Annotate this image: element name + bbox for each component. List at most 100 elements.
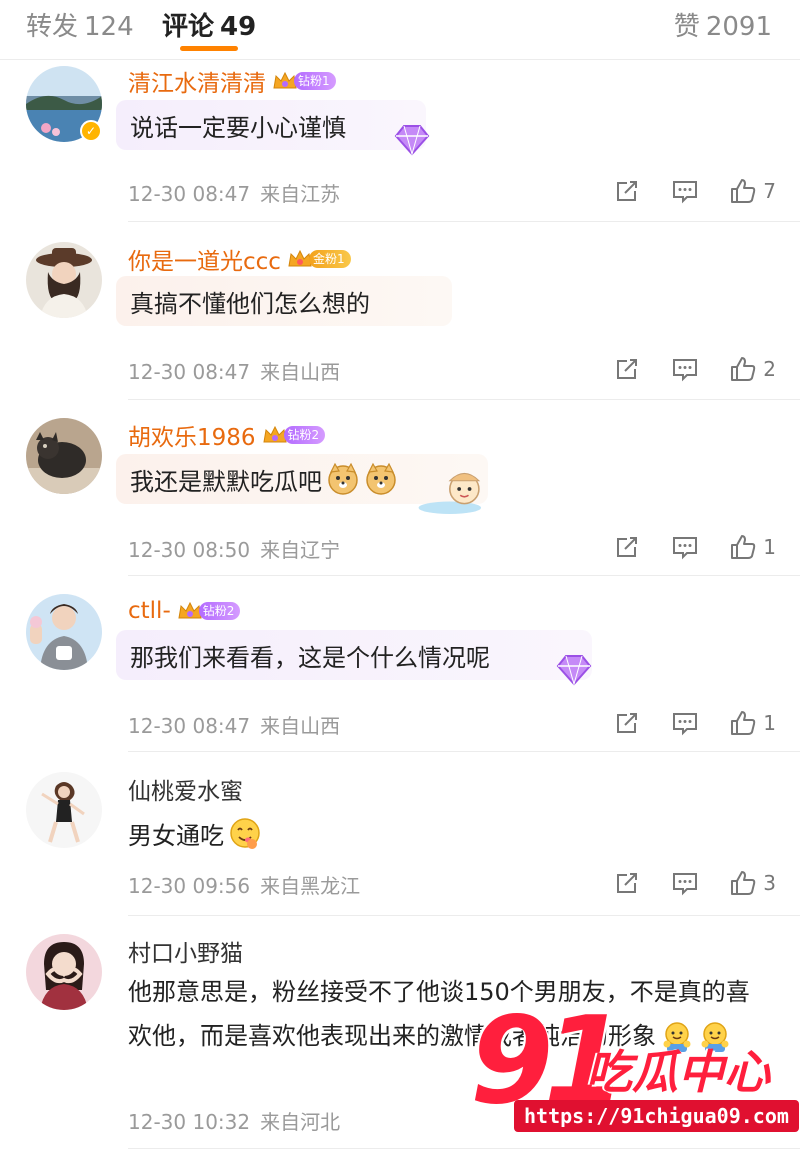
- comment-actions: 1: [583, 708, 776, 738]
- fan-level-label: 钻粉2: [283, 426, 326, 444]
- comment-text: 男女通吃: [128, 821, 224, 850]
- tab-likes[interactable]: 赞 2091: [674, 6, 772, 43]
- share-icon: [617, 181, 638, 201]
- thumbs-up-icon: [731, 711, 756, 735]
- reply-button[interactable]: [671, 709, 699, 737]
- reply-button[interactable]: [671, 869, 699, 897]
- comment-text: 真搞不懂他们怎么想的: [130, 289, 370, 318]
- fan-badge[interactable]: 钻粉1: [272, 70, 336, 92]
- doge-emoji-icon: [328, 462, 358, 495]
- comment-item: 胡欢乐1986 钻粉2 我还是默默吃瓜吧 12-30 08:50 来自辽宁 1: [0, 400, 800, 576]
- comment-actions: 2: [583, 354, 776, 384]
- comment-date: 12-30 09:56: [128, 874, 251, 898]
- share-button[interactable]: [613, 869, 641, 897]
- avatar[interactable]: [26, 934, 102, 1010]
- share-icon: [617, 873, 638, 893]
- fan-level-label: 钻粉1: [294, 72, 336, 90]
- username[interactable]: 胡欢乐1986: [128, 418, 256, 452]
- comment-source: 来自河北: [260, 1110, 341, 1134]
- comment-tab-bar: 转发 124 评论 49 赞 2091: [0, 0, 800, 60]
- fan-badge[interactable]: 金粉1: [287, 248, 351, 270]
- comment-text: 我还是默默吃瓜吧: [130, 467, 322, 496]
- comment-source: 来自江苏: [260, 182, 341, 206]
- name-row: 清江水清清清 钻粉1: [128, 64, 336, 98]
- tab-reposts[interactable]: 转发 124: [26, 6, 134, 43]
- comment-meta: 12-30 08:47 来自山西: [128, 710, 340, 739]
- comment-bubble: 真搞不懂他们怎么想的: [116, 276, 452, 326]
- like-button[interactable]: 7: [729, 177, 776, 205]
- comment-icon: [673, 359, 698, 382]
- share-button[interactable]: [613, 177, 641, 205]
- tab-reposts-count: 124: [84, 12, 134, 42]
- like-count: 1: [763, 535, 776, 559]
- avatar[interactable]: [26, 418, 102, 494]
- comment-item: 你是一道光ccc 金粉1 真搞不懂他们怎么想的 12-30 08:47 来自山西 …: [0, 222, 800, 400]
- comment-source: 来自辽宁: [260, 538, 341, 562]
- name-row: 仙桃爱水蜜: [128, 772, 243, 806]
- comment-icon: [673, 537, 698, 560]
- reply-button[interactable]: [671, 533, 699, 561]
- comment-meta: 12-30 10:32 来自河北: [128, 1106, 340, 1135]
- comment-item: 仙桃爱水蜜 男女通吃 12-30 09:56 来自黑龙江 3: [0, 752, 800, 916]
- comment-meta: 12-30 08:47 来自山西: [128, 356, 340, 385]
- avatar[interactable]: [26, 594, 102, 670]
- comment-bubble: 那我们来看看，这是个什么情况呢: [116, 630, 592, 680]
- watermark-brand: 吃瓜中心: [586, 1045, 770, 1099]
- comment-source: 来自山西: [260, 360, 341, 384]
- share-button[interactable]: [613, 709, 641, 737]
- like-button[interactable]: 1: [729, 709, 776, 737]
- comment-icon: [673, 873, 698, 896]
- like-button[interactable]: 1: [729, 533, 776, 561]
- active-tab-indicator: [180, 46, 238, 51]
- avatar[interactable]: [26, 242, 102, 318]
- share-icon: [617, 537, 638, 557]
- share-button[interactable]: [613, 533, 641, 561]
- like-button[interactable]: 2: [729, 355, 776, 383]
- comment-date: 12-30 08:50: [128, 538, 251, 562]
- comment-meta: 12-30 08:50 来自辽宁: [128, 534, 340, 563]
- reply-button[interactable]: [671, 355, 699, 383]
- diamond-gem-icon: [394, 125, 430, 156]
- cartoon-sticker-icon: [418, 472, 481, 514]
- name-row: 你是一道光ccc 金粉1: [128, 242, 351, 276]
- comment-icon: [673, 713, 698, 736]
- comment-text: 那我们来看看，这是个什么情况呢: [130, 643, 490, 672]
- watermark-url: https://91chigua09.com: [514, 1100, 799, 1132]
- thumbs-up-icon: [731, 357, 756, 381]
- fan-badge[interactable]: 钻粉2: [177, 600, 241, 622]
- name-row: 村口小野猫: [128, 934, 243, 968]
- tab-likes-count: 2091: [705, 12, 772, 42]
- like-count: 2: [763, 357, 776, 381]
- yummy-emoji-icon: [230, 818, 260, 849]
- username[interactable]: ctll-: [128, 598, 171, 624]
- reply-button[interactable]: [671, 177, 699, 205]
- avatar[interactable]: [26, 772, 102, 848]
- share-icon: [617, 713, 638, 733]
- comment-text: 说话一定要小心谨慎: [130, 113, 346, 142]
- comment-actions: 7: [583, 176, 776, 206]
- username[interactable]: 仙桃爱水蜜: [128, 772, 243, 806]
- thumbs-up-icon: [731, 535, 756, 559]
- fan-badge[interactable]: 钻粉2: [262, 424, 326, 446]
- comment-item: ✓ 清江水清清清 钻粉1 说话一定要小心谨慎 12-30 08:47 来自江苏 7: [0, 60, 800, 222]
- like-count: 3: [763, 871, 776, 895]
- comment-source: 来自黑龙江: [260, 874, 361, 898]
- username[interactable]: 你是一道光ccc: [128, 242, 281, 276]
- divider: [128, 1148, 800, 1149]
- comment-bubble: 说话一定要小心谨慎: [116, 100, 426, 150]
- diamond-gem-icon: [556, 655, 592, 686]
- username[interactable]: 村口小野猫: [128, 934, 243, 968]
- share-button[interactable]: [613, 355, 641, 383]
- site-watermark: 91 吃瓜中心 https://91chigua09.com: [470, 992, 799, 1145]
- share-icon: [617, 359, 638, 379]
- name-row: ctll- 钻粉2: [128, 594, 241, 628]
- thumbs-up-icon: [731, 179, 756, 203]
- tab-comments-label: 评论: [162, 12, 215, 42]
- like-count: 1: [763, 711, 776, 735]
- username[interactable]: 清江水清清清: [128, 64, 266, 98]
- like-count: 7: [763, 179, 776, 203]
- verified-badge-icon: ✓: [80, 120, 102, 142]
- like-button[interactable]: 3: [729, 869, 776, 897]
- doge-emoji-icon: [366, 462, 396, 495]
- comment-meta: 12-30 08:47 来自江苏: [128, 178, 340, 207]
